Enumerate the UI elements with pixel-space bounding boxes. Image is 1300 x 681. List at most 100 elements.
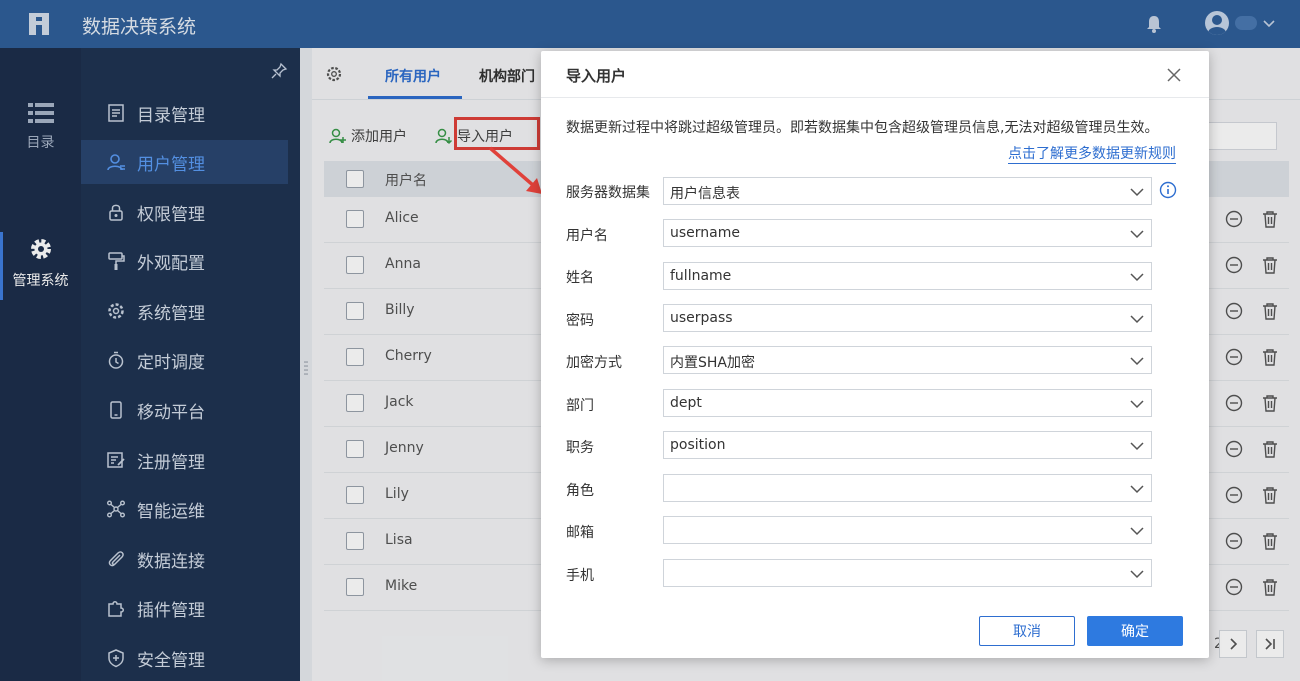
username-select[interactable]: username — [663, 219, 1152, 247]
mobile-icon — [110, 401, 122, 419]
column-header-username: 用户名 — [385, 173, 427, 189]
last-page-icon — [1265, 638, 1275, 650]
sidebar-item-security[interactable]: 安全管理 — [81, 636, 288, 680]
rail-item-management[interactable]: 管理系统 — [0, 232, 81, 300]
row-checkbox[interactable] — [346, 256, 364, 274]
chevron-down-icon — [1130, 400, 1144, 409]
add-user-button[interactable]: 添加用户 — [329, 126, 407, 146]
select-value: position — [670, 437, 726, 453]
row-checkbox[interactable] — [346, 532, 364, 550]
field-label: 角色 — [566, 483, 594, 499]
user-avatar-icon — [1208, 15, 1226, 35]
disable-icon[interactable] — [1225, 440, 1243, 458]
gear-icon — [30, 239, 51, 259]
position-select[interactable]: position — [663, 431, 1152, 459]
trash-icon[interactable] — [1261, 486, 1279, 504]
cancel-button[interactable]: 取消 — [979, 616, 1075, 646]
settings-icon[interactable] — [325, 65, 343, 83]
select-all-checkbox[interactable] — [346, 170, 364, 188]
trash-icon[interactable] — [1261, 256, 1279, 274]
encryption-select[interactable]: 内置SHA加密 — [663, 346, 1152, 374]
sidebar-item-data-connection[interactable]: 数据连接 — [81, 537, 288, 581]
fullname-select[interactable]: fullname — [663, 262, 1152, 290]
trash-icon[interactable] — [1261, 210, 1279, 228]
next-page-button[interactable] — [1219, 630, 1247, 658]
trash-icon[interactable] — [1261, 302, 1279, 320]
select-value: dept — [670, 395, 702, 411]
sidebar-item-directory[interactable]: 目录管理 — [81, 91, 288, 135]
search-input[interactable] — [1205, 122, 1277, 150]
update-rules-link[interactable]: 点击了解更多数据更新规则 — [1008, 145, 1176, 164]
disable-icon[interactable] — [1225, 210, 1243, 228]
disable-icon[interactable] — [1225, 578, 1243, 596]
row-checkbox[interactable] — [346, 302, 364, 320]
chevron-down-icon — [1130, 485, 1144, 494]
sidebar-item-scheduler[interactable]: 定时调度 — [81, 338, 288, 382]
network-icon — [107, 500, 125, 518]
bell-icon[interactable] — [1145, 14, 1163, 34]
disable-icon[interactable] — [1225, 302, 1243, 320]
chevron-down-icon[interactable] — [1262, 16, 1276, 30]
user-name-placeholder[interactable] — [1235, 16, 1257, 30]
row-username: Cherry — [385, 348, 432, 364]
row-checkbox[interactable] — [346, 578, 364, 596]
row-checkbox[interactable] — [346, 440, 364, 458]
sidebar-item-registration[interactable]: 注册管理 — [81, 438, 288, 482]
dataset-select[interactable]: 用户信息表 — [663, 177, 1152, 205]
trash-icon[interactable] — [1261, 532, 1279, 550]
password-select[interactable]: userpass — [663, 304, 1152, 332]
email-select[interactable] — [663, 516, 1152, 544]
trash-icon[interactable] — [1261, 394, 1279, 412]
logo-icon — [29, 13, 49, 35]
trash-icon[interactable] — [1261, 440, 1279, 458]
trash-icon[interactable] — [1261, 348, 1279, 366]
sidebar-item-appearance[interactable]: 外观配置 — [81, 239, 288, 283]
row-username: Anna — [385, 256, 421, 272]
department-select[interactable]: dept — [663, 389, 1152, 417]
pin-icon[interactable] — [270, 62, 288, 80]
import-user-dialog: 导入用户 数据更新过程中将跳过超级管理员。即若数据集中包含超级管理员信息,无法对… — [541, 51, 1209, 658]
sidebar-item-users[interactable]: 用户管理 — [81, 140, 288, 184]
tab-departments[interactable]: 机构部门 — [479, 66, 535, 86]
select-value: 用户信息表 — [670, 186, 740, 202]
sidebar-item-label: 目录管理 — [137, 105, 205, 126]
field-label: 邮箱 — [566, 525, 594, 541]
sidebar-item-label: 数据连接 — [137, 551, 205, 572]
close-icon[interactable] — [1166, 67, 1182, 83]
phone-select[interactable] — [663, 559, 1152, 587]
disable-icon[interactable] — [1225, 532, 1243, 550]
register-icon — [107, 452, 125, 468]
sidebar-item-ops[interactable]: 智能运维 — [81, 487, 288, 531]
row-username: Mike — [385, 578, 418, 594]
sidebar-item-label: 移动平台 — [137, 402, 205, 423]
select-value: fullname — [670, 268, 732, 284]
last-page-button[interactable] — [1256, 630, 1284, 658]
sidebar-item-mobile[interactable]: 移动平台 — [81, 388, 288, 432]
sidebar-item-label: 外观配置 — [137, 253, 205, 274]
sidebar-item-system[interactable]: 系统管理 — [81, 289, 288, 333]
row-checkbox[interactable] — [346, 486, 364, 504]
user-icon — [107, 154, 125, 171]
sidebar-item-permissions[interactable]: 权限管理 — [81, 190, 288, 234]
row-checkbox[interactable] — [346, 210, 364, 228]
rail-item-label: 管理系统 — [12, 273, 69, 289]
disable-icon[interactable] — [1225, 486, 1243, 504]
avatar[interactable] — [1205, 11, 1229, 35]
row-username: Lisa — [385, 532, 413, 548]
sidebar-item-plugins[interactable]: 插件管理 — [81, 586, 288, 630]
trash-icon[interactable] — [1261, 578, 1279, 596]
row-checkbox[interactable] — [346, 348, 364, 366]
row-checkbox[interactable] — [346, 394, 364, 412]
resize-handle-icon[interactable] — [304, 360, 308, 376]
role-select[interactable] — [663, 474, 1152, 502]
info-icon[interactable] — [1159, 181, 1177, 199]
field-label: 部门 — [566, 398, 594, 414]
field-label: 服务器数据集 — [566, 185, 650, 201]
disable-icon[interactable] — [1225, 348, 1243, 366]
tab-all-users[interactable]: 所有用户 — [385, 66, 441, 86]
confirm-button[interactable]: 确定 — [1087, 616, 1183, 646]
puzzle-icon — [108, 601, 124, 617]
rail-item-directory[interactable]: 目录 — [0, 102, 81, 152]
disable-icon[interactable] — [1225, 394, 1243, 412]
disable-icon[interactable] — [1225, 256, 1243, 274]
